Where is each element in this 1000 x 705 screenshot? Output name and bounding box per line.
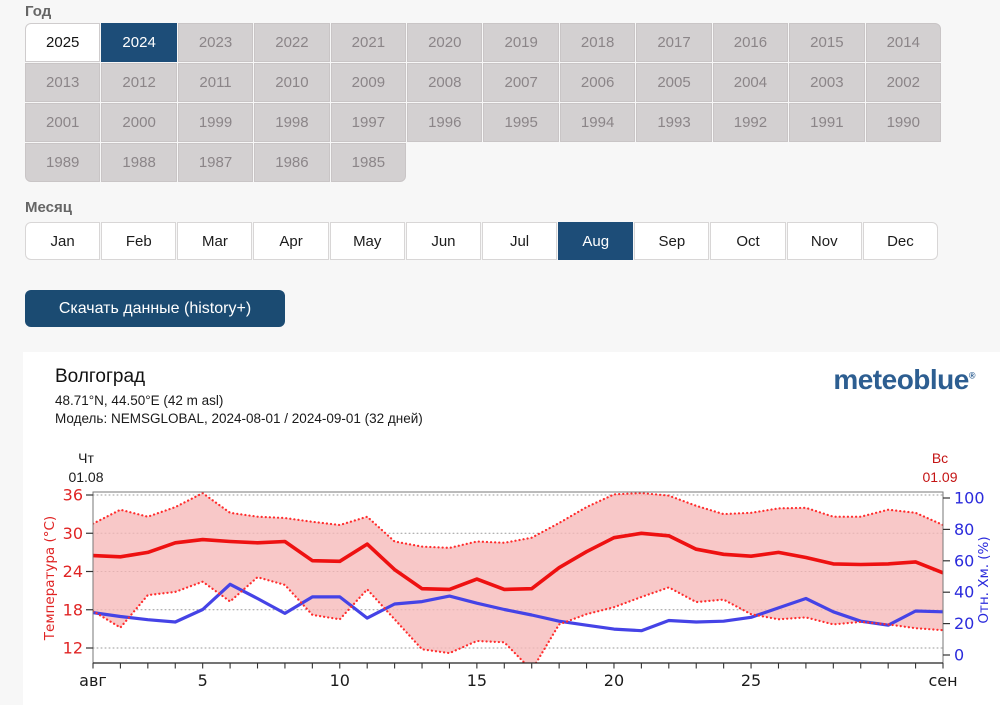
month-button-dec[interactable]: Dec (862, 222, 938, 260)
year-button-2022[interactable]: 2022 (254, 23, 330, 62)
year-button-2006[interactable]: 2006 (559, 63, 636, 102)
year-button-2007[interactable]: 2007 (483, 63, 559, 102)
right-axis-title: Отн. Хм. (%) (976, 536, 992, 623)
year-button-2000[interactable]: 2000 (101, 103, 177, 142)
right-axis-tick-label: 0 (954, 646, 964, 665)
year-button-1992[interactable]: 1992 (712, 103, 789, 142)
year-button-2009[interactable]: 2009 (330, 63, 407, 102)
right-axis-tick-label: 40 (954, 583, 974, 602)
year-button-2020[interactable]: 2020 (407, 23, 483, 62)
year-button-2025[interactable]: 2025 (25, 23, 101, 62)
year-button-2018[interactable]: 2018 (559, 23, 636, 62)
year-button-2005[interactable]: 2005 (636, 63, 712, 102)
year-section-label: Год (25, 3, 52, 20)
year-button-2004[interactable]: 2004 (712, 63, 789, 102)
month-button-sep[interactable]: Sep (634, 222, 710, 260)
year-button-2003[interactable]: 2003 (789, 63, 865, 102)
year-grid: 2025 2024 2023 2022 2021 2020 2019 2018 2017 2016… (25, 23, 941, 182)
year-button-1997[interactable]: 1997 (330, 103, 407, 142)
year-button-1993[interactable]: 1993 (636, 103, 712, 142)
year-button-2019[interactable]: 2019 (483, 23, 559, 62)
month-button-may[interactable]: May (329, 222, 405, 260)
temperature-minmax-band (93, 493, 943, 663)
chart-location: 48.71°N, 44.50°E (42 m asl) (55, 393, 224, 408)
month-button-jun[interactable]: Jun (405, 222, 481, 260)
left-axis-tick-label: 12 (63, 639, 83, 658)
month-button-aug[interactable]: Aug (558, 222, 634, 260)
x-axis-tick-label: 5 (198, 671, 208, 690)
temperature-humidity-chart: 36 30 24 18 12 100 80 60 40 20 0 авг 5 10 15 20 25 сен Тем… (42, 486, 992, 691)
year-button-2013[interactable]: 2013 (25, 63, 101, 102)
left-axis-tick-label: 30 (63, 524, 83, 543)
year-button-2023[interactable]: 2023 (177, 23, 254, 62)
right-axis-tick-label: 60 (954, 551, 974, 570)
month-button-jul[interactable]: Jul (481, 222, 558, 260)
year-button-2016[interactable]: 2016 (712, 23, 789, 62)
year-button-1988[interactable]: 1988 (101, 143, 177, 182)
right-axis-tick-label: 80 (954, 520, 974, 539)
year-button-1995[interactable]: 1995 (483, 103, 559, 142)
chart-model-info: Модель: NEMSGLOBAL, 2024-08-01 / 2024-09… (55, 411, 423, 426)
left-axis-tick-label: 18 (63, 600, 83, 619)
year-button-1998[interactable]: 1998 (254, 103, 330, 142)
year-button-2012[interactable]: 2012 (101, 63, 177, 102)
year-button-1985[interactable]: 1985 (330, 143, 407, 182)
month-grid: Jan Feb Mar Apr May Jun Jul Aug Sep Oct Nov Dec (25, 222, 938, 260)
month-button-oct[interactable]: Oct (710, 222, 786, 260)
year-button-1991[interactable]: 1991 (789, 103, 865, 142)
year-button-1989[interactable]: 1989 (25, 143, 101, 182)
x-axis-tick-label: 15 (467, 671, 487, 690)
year-button-1999[interactable]: 1999 (177, 103, 254, 142)
x-axis-tick-label: 20 (604, 671, 624, 690)
chart-title: Волгоград (55, 366, 146, 387)
x-axis-tick-label: сен (928, 671, 957, 690)
x-axis-tick-label: 10 (330, 671, 350, 690)
year-button-2017[interactable]: 2017 (636, 23, 712, 62)
month-button-jan[interactable]: Jan (25, 222, 101, 260)
year-button-1987[interactable]: 1987 (177, 143, 254, 182)
year-button-2001[interactable]: 2001 (25, 103, 101, 142)
year-button-2015[interactable]: 2015 (789, 23, 865, 62)
year-button-2011[interactable]: 2011 (177, 63, 254, 102)
year-button-2002[interactable]: 2002 (865, 63, 941, 102)
year-button-2010[interactable]: 2010 (254, 63, 330, 102)
left-axis-title: Температура (°C) (42, 516, 58, 641)
month-section-label: Месяц (25, 199, 72, 216)
year-button-1986[interactable]: 1986 (254, 143, 330, 182)
year-button-2008[interactable]: 2008 (407, 63, 483, 102)
month-button-feb[interactable]: Feb (101, 222, 177, 260)
year-button-1996[interactable]: 1996 (407, 103, 483, 142)
year-button-1990[interactable]: 1990 (865, 103, 941, 142)
download-data-button[interactable]: Скачать данные (history+) (25, 290, 285, 327)
month-button-apr[interactable]: Apr (253, 222, 329, 260)
x-axis-tick-label: 25 (741, 671, 761, 690)
year-button-2021[interactable]: 2021 (330, 23, 407, 62)
meteoblue-logo: meteoblue® (833, 364, 975, 396)
month-button-nov[interactable]: Nov (786, 222, 862, 260)
year-button-2024[interactable]: 2024 (101, 23, 177, 62)
right-axis-tick-label: 20 (954, 614, 974, 633)
left-axis-tick-label: 24 (63, 562, 83, 581)
meteoblue-logo-text: meteoblue (833, 364, 969, 395)
left-axis-tick-label: 36 (63, 486, 83, 505)
x-axis-tick-label: авг (79, 671, 107, 690)
registered-mark-icon: ® (968, 370, 976, 381)
chart-panel: Волгоград 48.71°N, 44.50°E (42 m asl) Мо… (23, 352, 1000, 705)
month-button-mar[interactable]: Mar (177, 222, 253, 260)
year-button-2014[interactable]: 2014 (865, 23, 941, 62)
right-axis-tick-label: 100 (954, 489, 985, 508)
year-button-1994[interactable]: 1994 (559, 103, 636, 142)
